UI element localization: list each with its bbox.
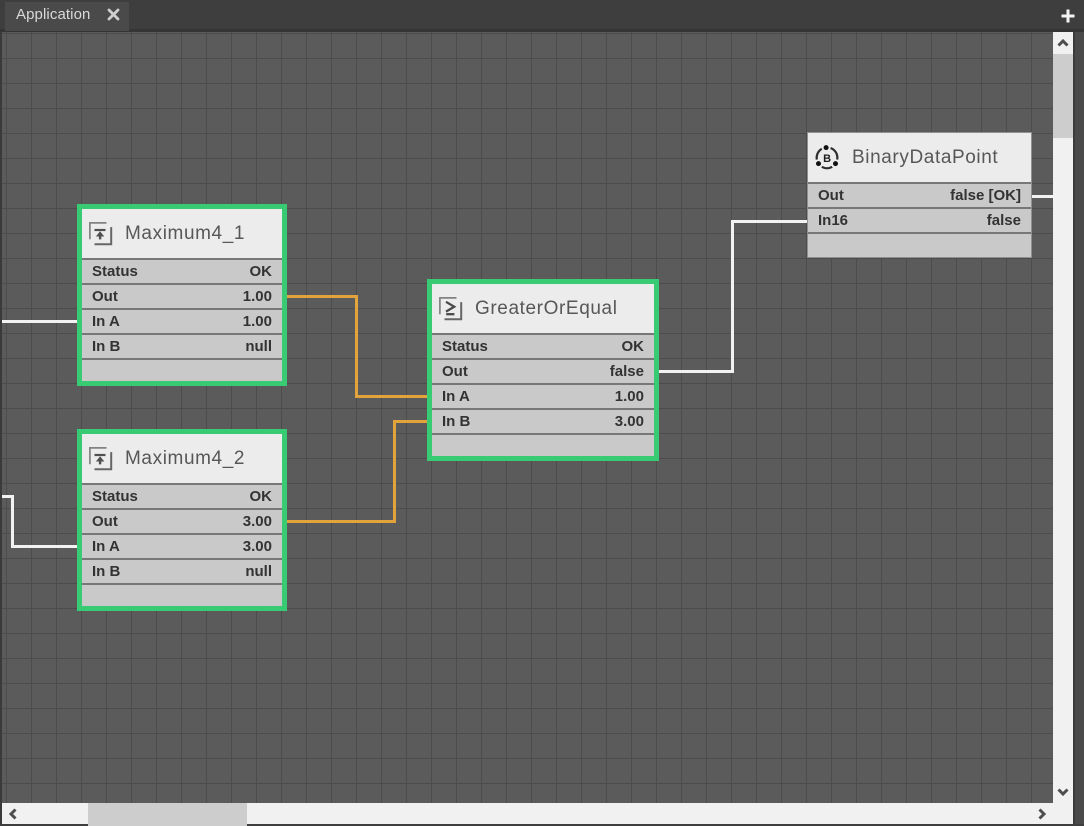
svg-text:B: B (823, 152, 831, 164)
